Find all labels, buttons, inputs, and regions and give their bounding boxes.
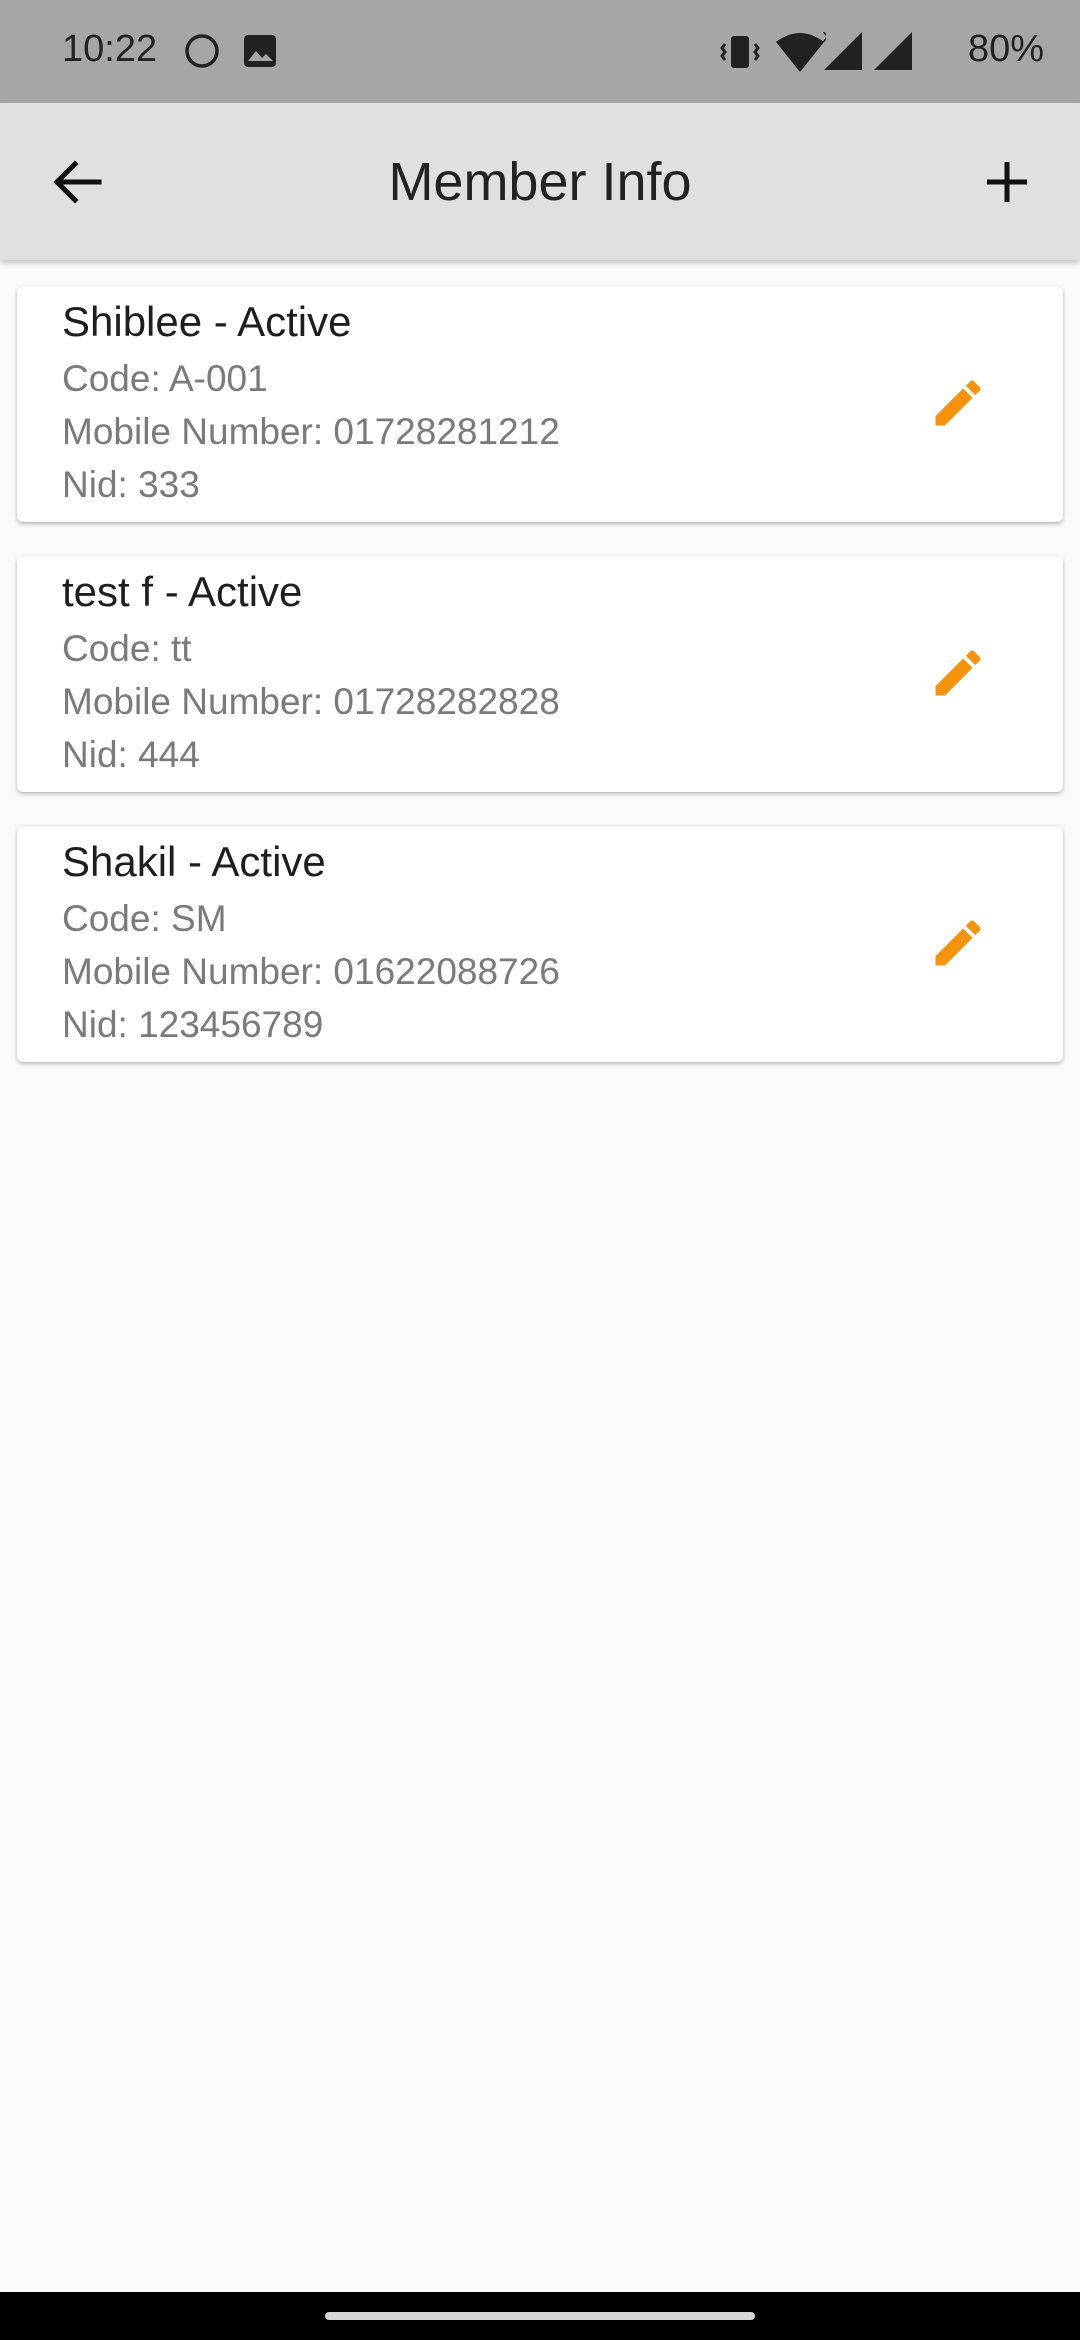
add-member-button[interactable] [974, 149, 1040, 215]
member-code: Code: SM [62, 898, 227, 939]
home-gesture-handle[interactable] [325, 2312, 755, 2320]
app-bar: Member Info [0, 103, 1080, 260]
edit-member-button[interactable] [923, 638, 993, 708]
member-code: Code: A-001 [62, 358, 268, 399]
member-code: Code: tt [62, 628, 192, 669]
battery-percentage: 80% [967, 28, 1044, 70]
arrow-back-icon [53, 160, 102, 204]
member-card[interactable]: Shakil - Active Code: SM Mobile Number: … [17, 826, 1063, 1062]
vibrate-icon [718, 30, 762, 79]
member-card[interactable]: Shiblee - Active Code: A-001 Mobile Numb… [17, 286, 1063, 522]
member-name-status: Shakil - Active [62, 838, 326, 885]
member-mobile: Mobile Number: 01728282828 [62, 681, 560, 722]
member-mobile: Mobile Number: 01728281212 [62, 411, 560, 452]
circle-icon [182, 30, 222, 75]
wifi-icon: x [774, 26, 833, 81]
status-bar: 10:22 x 80% [0, 0, 1080, 103]
pencil-icon [935, 920, 981, 966]
navigation-bar [0, 2292, 1080, 2340]
member-name-status: Shiblee - Active [62, 298, 352, 345]
member-nid: Nid: 444 [62, 734, 200, 775]
edit-member-button[interactable] [923, 368, 993, 438]
member-nid: Nid: 123456789 [62, 1004, 324, 1045]
back-button[interactable] [44, 149, 110, 215]
page-title: Member Info [388, 151, 692, 212]
plus-icon [987, 162, 1027, 202]
member-mobile: Mobile Number: 01622088726 [62, 951, 560, 992]
signal-icon [872, 30, 914, 77]
image-icon [240, 30, 280, 75]
pencil-icon [935, 380, 981, 426]
signal-icon [822, 30, 864, 77]
member-nid: Nid: 333 [62, 464, 200, 505]
edit-member-button[interactable] [923, 908, 993, 978]
status-time: 10:22 [62, 28, 158, 70]
member-name-status: test f - Active [62, 568, 303, 615]
pencil-icon [935, 650, 981, 696]
member-card[interactable]: test f - Active Code: tt Mobile Number: … [17, 556, 1063, 792]
